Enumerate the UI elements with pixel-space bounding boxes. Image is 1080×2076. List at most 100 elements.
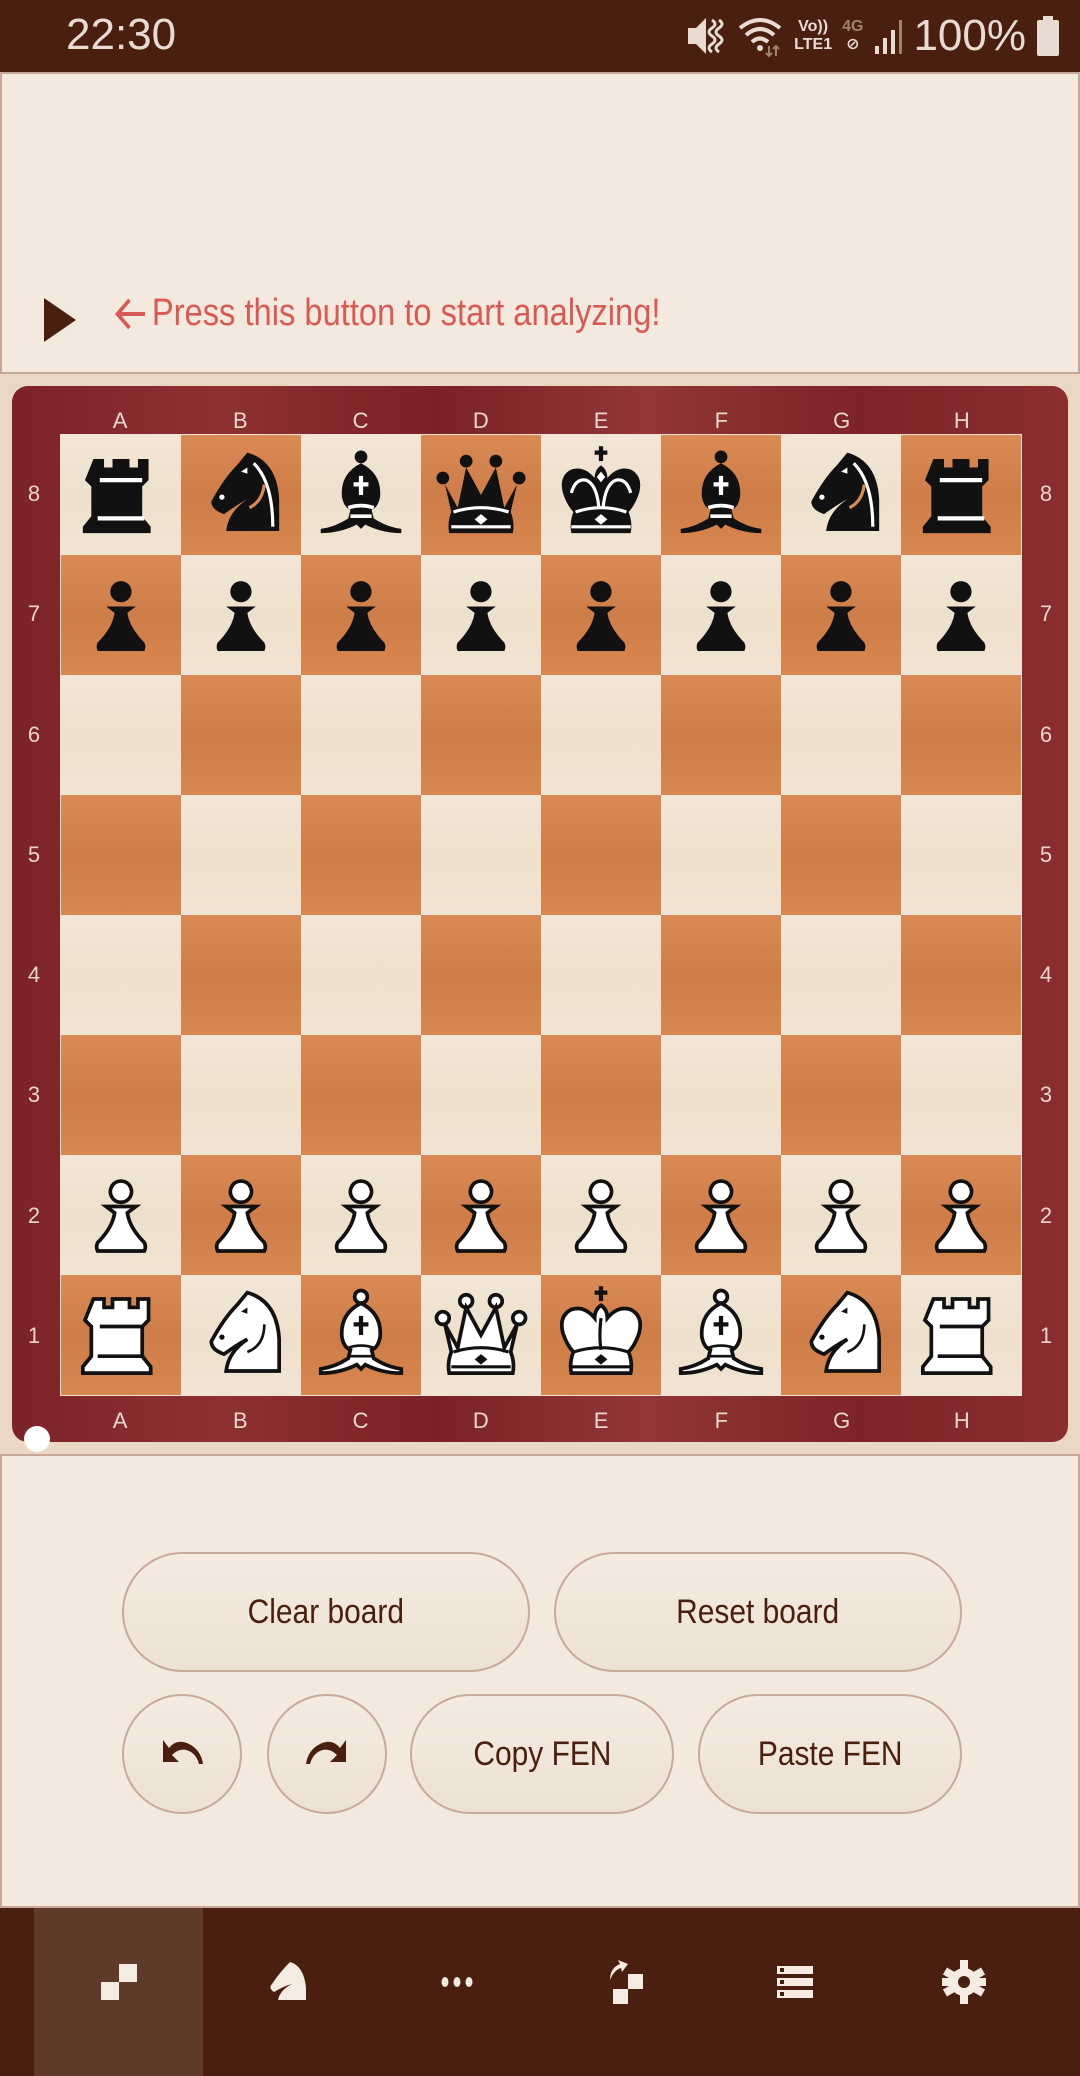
black-pawn-icon[interactable]: [68, 562, 174, 668]
black-bishop-icon[interactable]: [308, 442, 414, 548]
square-c7[interactable]: [301, 555, 421, 675]
square-e3[interactable]: [541, 1035, 661, 1155]
square-d7[interactable]: [421, 555, 541, 675]
nav-flip-board[interactable]: [541, 1908, 710, 2076]
square-f4[interactable]: [661, 915, 781, 1035]
white-pawn-icon[interactable]: [308, 1162, 414, 1268]
black-pawn-icon[interactable]: [428, 562, 534, 668]
black-pawn-icon[interactable]: [788, 562, 894, 668]
square-g7[interactable]: [781, 555, 901, 675]
square-h8[interactable]: [901, 435, 1021, 555]
white-king-icon[interactable]: [548, 1282, 654, 1388]
square-g2[interactable]: [781, 1155, 901, 1275]
nav-settings[interactable]: [879, 1908, 1048, 2076]
square-b8[interactable]: [181, 435, 301, 555]
square-c1[interactable]: [301, 1275, 421, 1395]
white-pawn-icon[interactable]: [68, 1162, 174, 1268]
white-pawn-icon[interactable]: [908, 1162, 1014, 1268]
square-e8[interactable]: [541, 435, 661, 555]
black-knight-icon[interactable]: [788, 442, 894, 548]
square-a4[interactable]: [61, 915, 181, 1035]
start-analysis-button[interactable]: [42, 296, 78, 344]
square-d8[interactable]: [421, 435, 541, 555]
square-b5[interactable]: [181, 795, 301, 915]
black-pawn-icon[interactable]: [908, 562, 1014, 668]
black-bishop-icon[interactable]: [668, 442, 774, 548]
square-e7[interactable]: [541, 555, 661, 675]
square-f2[interactable]: [661, 1155, 781, 1275]
square-g3[interactable]: [781, 1035, 901, 1155]
white-rook-icon[interactable]: [908, 1282, 1014, 1388]
square-b6[interactable]: [181, 675, 301, 795]
white-knight-icon[interactable]: [788, 1282, 894, 1388]
square-h7[interactable]: [901, 555, 1021, 675]
square-h2[interactable]: [901, 1155, 1021, 1275]
square-a6[interactable]: [61, 675, 181, 795]
square-h3[interactable]: [901, 1035, 1021, 1155]
paste-fen-button[interactable]: Paste FEN: [698, 1694, 962, 1814]
square-e2[interactable]: [541, 1155, 661, 1275]
square-f8[interactable]: [661, 435, 781, 555]
nav-engines[interactable]: [710, 1908, 879, 2076]
white-queen-icon[interactable]: [428, 1282, 534, 1388]
nav-board-editor[interactable]: [34, 1908, 203, 2076]
black-pawn-icon[interactable]: [308, 562, 414, 668]
square-h1[interactable]: [901, 1275, 1021, 1395]
square-f5[interactable]: [661, 795, 781, 915]
square-c8[interactable]: [301, 435, 421, 555]
nav-more[interactable]: [372, 1908, 541, 2076]
square-b2[interactable]: [181, 1155, 301, 1275]
black-king-icon[interactable]: [548, 442, 654, 548]
black-queen-icon[interactable]: [428, 442, 534, 548]
white-pawn-icon[interactable]: [548, 1162, 654, 1268]
white-pawn-icon[interactable]: [428, 1162, 534, 1268]
square-h4[interactable]: [901, 915, 1021, 1035]
reset-board-button[interactable]: Reset board: [554, 1552, 962, 1672]
black-knight-icon[interactable]: [188, 442, 294, 548]
square-d2[interactable]: [421, 1155, 541, 1275]
square-a2[interactable]: [61, 1155, 181, 1275]
square-c3[interactable]: [301, 1035, 421, 1155]
square-b3[interactable]: [181, 1035, 301, 1155]
square-d6[interactable]: [421, 675, 541, 795]
square-f7[interactable]: [661, 555, 781, 675]
square-a7[interactable]: [61, 555, 181, 675]
square-e1[interactable]: [541, 1275, 661, 1395]
square-d4[interactable]: [421, 915, 541, 1035]
square-f1[interactable]: [661, 1275, 781, 1395]
black-rook-icon[interactable]: [68, 442, 174, 548]
square-d3[interactable]: [421, 1035, 541, 1155]
undo-button[interactable]: [122, 1694, 242, 1814]
square-e6[interactable]: [541, 675, 661, 795]
square-a5[interactable]: [61, 795, 181, 915]
square-h5[interactable]: [901, 795, 1021, 915]
square-g8[interactable]: [781, 435, 901, 555]
square-c2[interactable]: [301, 1155, 421, 1275]
white-bishop-icon[interactable]: [668, 1282, 774, 1388]
square-c5[interactable]: [301, 795, 421, 915]
clear-board-button[interactable]: Clear board: [122, 1552, 530, 1672]
square-g5[interactable]: [781, 795, 901, 915]
redo-button[interactable]: [267, 1694, 387, 1814]
white-bishop-icon[interactable]: [308, 1282, 414, 1388]
white-pawn-icon[interactable]: [668, 1162, 774, 1268]
square-a1[interactable]: [61, 1275, 181, 1395]
white-pawn-icon[interactable]: [188, 1162, 294, 1268]
black-pawn-icon[interactable]: [548, 562, 654, 668]
square-g6[interactable]: [781, 675, 901, 795]
white-knight-icon[interactable]: [188, 1282, 294, 1388]
square-f3[interactable]: [661, 1035, 781, 1155]
square-g4[interactable]: [781, 915, 901, 1035]
square-d5[interactable]: [421, 795, 541, 915]
square-c6[interactable]: [301, 675, 421, 795]
white-rook-icon[interactable]: [68, 1282, 174, 1388]
nav-play[interactable]: [203, 1908, 372, 2076]
square-f6[interactable]: [661, 675, 781, 795]
copy-fen-button[interactable]: Copy FEN: [410, 1694, 674, 1814]
chessboard[interactable]: [60, 434, 1022, 1396]
black-pawn-icon[interactable]: [188, 562, 294, 668]
white-pawn-icon[interactable]: [788, 1162, 894, 1268]
square-a8[interactable]: [61, 435, 181, 555]
black-rook-icon[interactable]: [908, 442, 1014, 548]
square-b7[interactable]: [181, 555, 301, 675]
